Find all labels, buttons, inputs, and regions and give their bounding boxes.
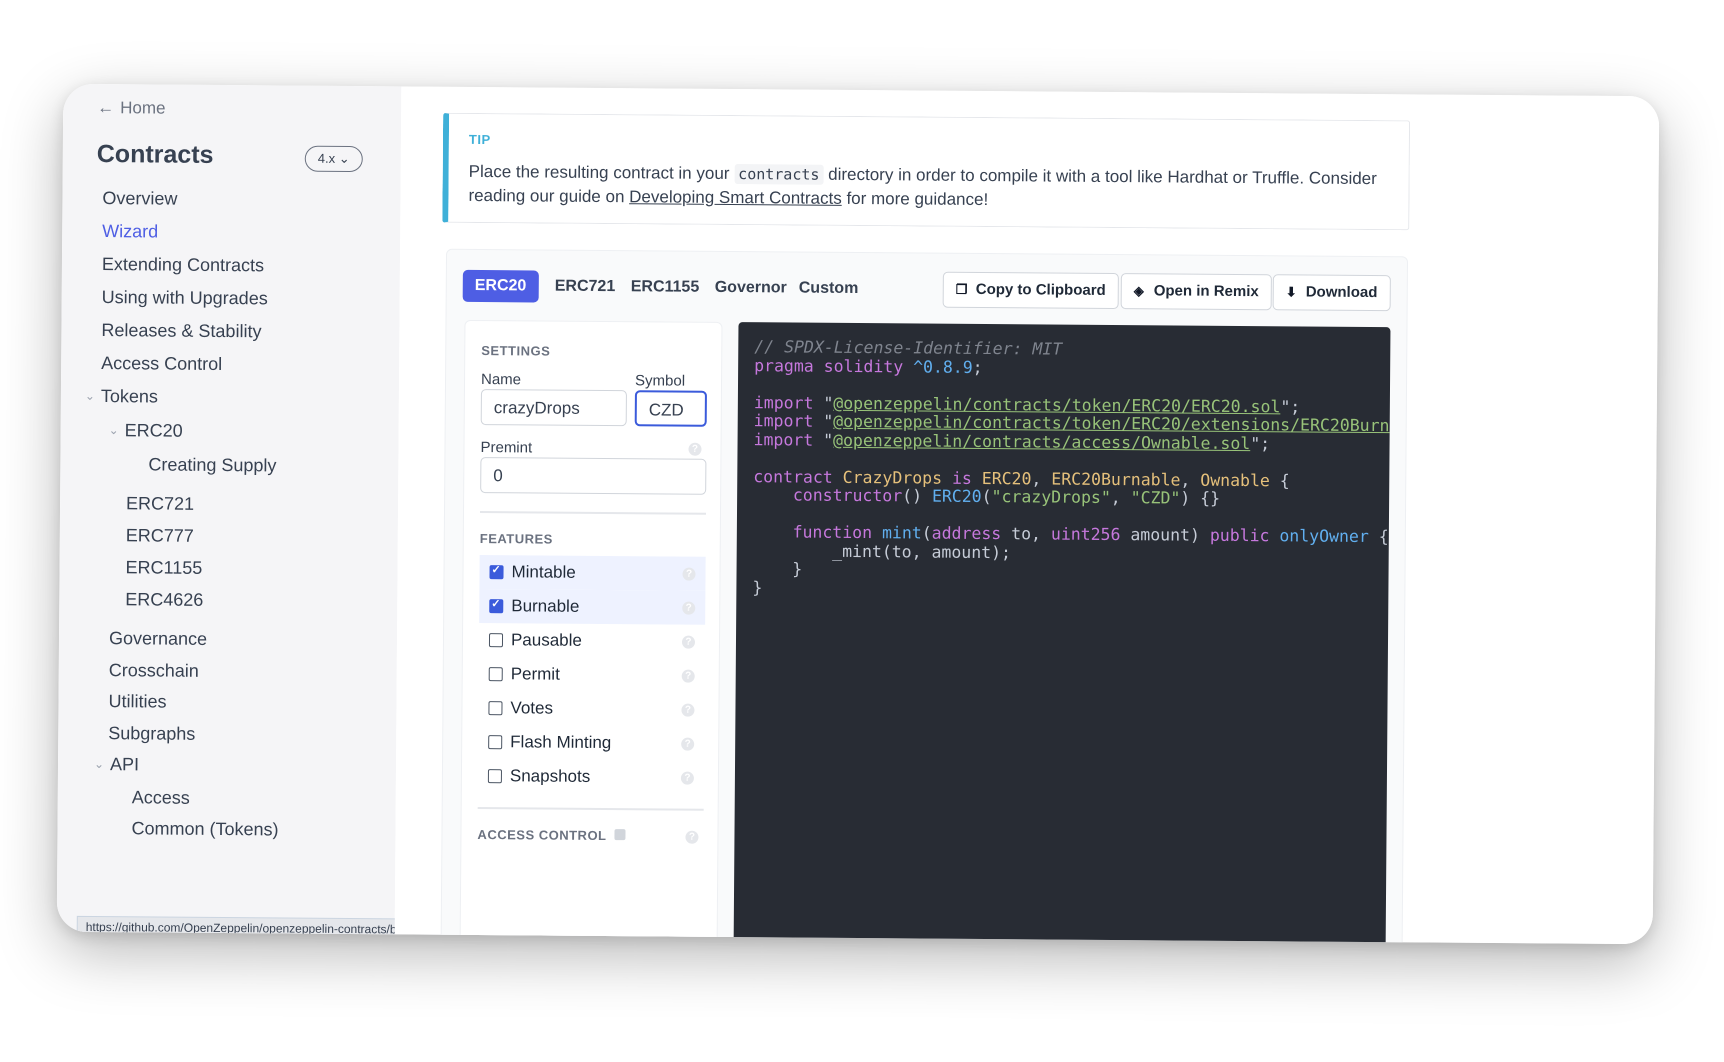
mintable-checkbox[interactable]: [489, 565, 504, 580]
feature-mintable[interactable]: Mintable ?: [479, 555, 706, 591]
tip-admonition: TIP Place the resulting contract in your…: [442, 112, 1411, 231]
clipboard-icon: ❐: [955, 281, 968, 297]
sidebar-item-erc721[interactable]: ERC721: [126, 493, 194, 515]
divider: [479, 511, 707, 515]
settings-title: SETTINGS: [481, 343, 551, 359]
premint-input[interactable]: 0: [480, 457, 707, 495]
version-select[interactable]: 4.x ⌄: [304, 145, 363, 173]
sidebar-item-crosschain[interactable]: Crosschain: [109, 660, 199, 682]
tab-custom[interactable]: Custom: [787, 272, 871, 305]
sidebar-item-extending-contracts[interactable]: Extending Contracts: [102, 254, 264, 276]
feature-flash-minting[interactable]: Flash Minting ?: [478, 725, 704, 761]
chevron-down-icon[interactable]: ⌄: [94, 757, 104, 771]
code-editor[interactable]: // SPDX-License-Identifier: MIT pragma s…: [733, 322, 1391, 945]
sidebar-item-overview[interactable]: Overview: [102, 188, 177, 210]
settings-panel: SETTINGS Name Symbol crazyDrops CZD Prem…: [459, 319, 723, 945]
tab-erc721[interactable]: ERC721: [543, 271, 628, 304]
burnable-checkbox[interactable]: [489, 599, 504, 614]
votes-checkbox[interactable]: [488, 701, 503, 716]
chevron-down-icon: ⌄: [338, 150, 350, 166]
tip-text: Place the resulting contract in your con…: [468, 161, 1377, 210]
sidebar-item-governance[interactable]: Governance: [109, 628, 207, 650]
copy-to-clipboard-button[interactable]: ❐ Copy to Clipboard: [942, 271, 1119, 310]
download-button[interactable]: ⬇ Download: [1272, 274, 1391, 312]
help-icon[interactable]: ?: [682, 567, 696, 581]
home-link[interactable]: ← Home: [97, 98, 166, 119]
arrow-left-icon: ←: [97, 98, 115, 118]
access-control-checkbox[interactable]: [614, 829, 626, 841]
premint-label: Premint: [480, 439, 533, 457]
help-icon[interactable]: ?: [685, 830, 699, 844]
solidity-code: // SPDX-License-Identifier: MIT pragma s…: [736, 322, 1390, 602]
divider: [477, 807, 704, 811]
docs-sidebar: ← Home Contracts 4.x ⌄ Overview Wizard Ex…: [56, 83, 402, 935]
sidebar-item-erc4626[interactable]: ERC4626: [125, 589, 203, 611]
sidebar-item-subgraphs[interactable]: Subgraphs: [108, 723, 195, 745]
sidebar-item-access-control[interactable]: Access Control: [101, 353, 222, 375]
snapshots-checkbox[interactable]: [487, 769, 502, 784]
tab-erc20[interactable]: ERC20: [462, 269, 539, 303]
help-icon[interactable]: ?: [680, 771, 694, 785]
name-label: Name: [480, 371, 522, 389]
symbol-label: Symbol: [634, 372, 686, 390]
sidebar-item-utilities[interactable]: Utilities: [108, 691, 166, 712]
sidebar-item-using-with-upgrades[interactable]: Using with Upgrades: [102, 287, 268, 309]
sidebar-item-releases-stability[interactable]: Releases & Stability: [101, 320, 261, 342]
tab-governor[interactable]: Governor: [703, 272, 799, 305]
download-icon: ⬇: [1285, 284, 1297, 300]
tab-erc1155[interactable]: ERC1155: [619, 271, 712, 304]
remix-icon: ◈: [1133, 283, 1144, 299]
sidebar-item-api[interactable]: API: [110, 754, 139, 775]
help-icon[interactable]: ?: [681, 737, 695, 751]
sidebar-item-erc1155[interactable]: ERC1155: [125, 557, 202, 579]
inline-code: contracts: [734, 164, 824, 185]
chevron-down-icon[interactable]: ⌄: [85, 389, 95, 403]
main-content: TIP Place the resulting contract in your…: [394, 86, 1660, 945]
flash-minting-checkbox[interactable]: [488, 735, 503, 750]
symbol-input[interactable]: CZD: [634, 390, 707, 427]
sidebar-item-api-access[interactable]: Access: [132, 787, 190, 808]
sidebar-item-wizard[interactable]: Wizard: [102, 221, 158, 242]
permit-checkbox[interactable]: [488, 667, 503, 682]
sidebar-item-erc20[interactable]: ERC20: [125, 420, 183, 441]
browser-window: ← Home Contracts 4.x ⌄ Overview Wizard Ex…: [56, 83, 1660, 945]
feature-permit[interactable]: Permit ?: [479, 657, 705, 693]
help-icon[interactable]: ?: [682, 601, 696, 615]
sidebar-brand: Contracts: [96, 140, 214, 169]
guide-link[interactable]: Developing Smart Contracts: [629, 187, 842, 208]
feature-votes[interactable]: Votes ?: [478, 691, 704, 727]
name-input[interactable]: crazyDrops: [480, 389, 627, 427]
pausable-checkbox[interactable]: [488, 633, 504, 648]
tip-label: TIP: [468, 131, 491, 148]
contracts-wizard: ERC20 ERC721 ERC1155 Governor Custom ❐ Co…: [440, 248, 1409, 945]
sidebar-item-tokens[interactable]: Tokens: [101, 386, 158, 407]
help-icon[interactable]: ?: [681, 703, 695, 717]
help-icon[interactable]: ?: [688, 442, 702, 456]
features-title: FEATURES: [479, 531, 553, 547]
sidebar-item-creating-supply[interactable]: Creating Supply: [148, 454, 276, 476]
help-icon[interactable]: ?: [681, 669, 695, 683]
import-link[interactable]: @openzeppelin/contracts/access/Ownable.s…: [833, 430, 1250, 452]
open-in-remix-button[interactable]: ◈ Open in Remix: [1120, 273, 1272, 311]
feature-pausable[interactable]: Pausable ?: [479, 623, 705, 659]
chevron-down-icon[interactable]: ⌄: [109, 423, 119, 437]
feature-snapshots[interactable]: Snapshots ?: [478, 759, 704, 795]
access-control-title: ACCESS CONTROL: [477, 827, 626, 843]
help-icon[interactable]: ?: [681, 635, 696, 649]
sidebar-item-erc777[interactable]: ERC777: [126, 525, 194, 547]
feature-burnable[interactable]: Burnable ?: [479, 589, 706, 625]
sidebar-item-common-tokens[interactable]: Common (Tokens): [131, 818, 278, 840]
